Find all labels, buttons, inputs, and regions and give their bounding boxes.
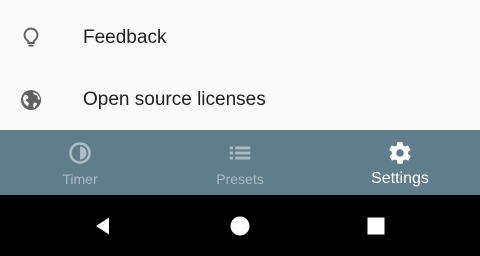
home-circle-icon[interactable] [228,214,252,238]
bottom-navigation: Timer Presets Settings [0,130,480,195]
feedback-label: Feedback [83,27,167,48]
open-source-licenses-item[interactable]: Open source licenses [0,69,480,131]
system-navigation-bar [0,195,480,256]
back-triangle-icon[interactable] [92,214,116,238]
feedback-item[interactable]: Feedback [0,7,480,69]
nav-label-presets: Presets [216,171,264,187]
gear-icon [387,140,413,166]
lightbulb-icon [19,26,43,50]
timer-icon [67,140,93,166]
nav-label-timer: Timer [62,171,98,187]
recents-square-icon[interactable] [364,214,388,238]
nav-label-settings: Settings [371,170,429,187]
settings-list: Feedback Open source licenses [0,0,480,130]
nav-tab-presets[interactable]: Presets [160,130,320,195]
nav-tab-settings[interactable]: Settings [320,130,480,195]
globe-icon [19,88,43,112]
nav-tab-timer[interactable]: Timer [0,130,160,195]
list-icon [227,140,253,166]
open-source-licenses-label: Open source licenses [83,89,266,110]
